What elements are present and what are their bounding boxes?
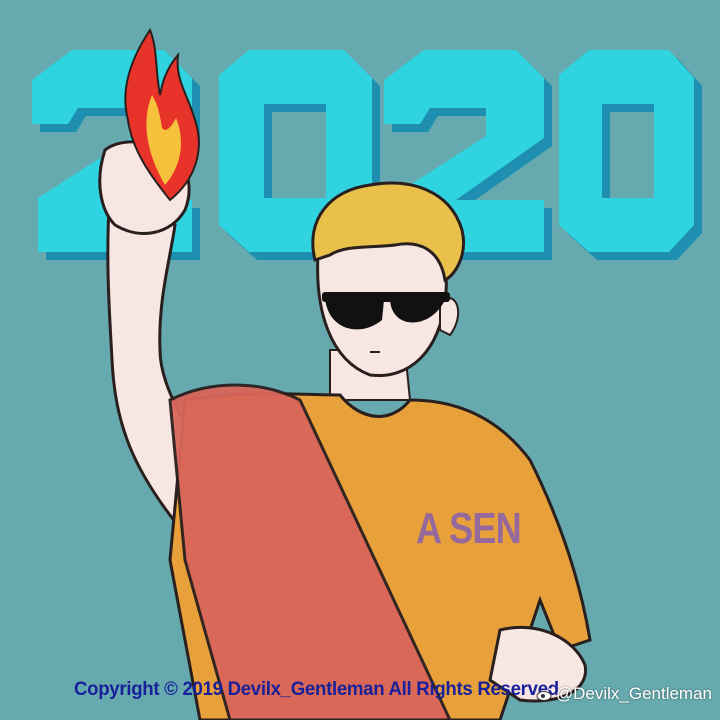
head bbox=[311, 181, 465, 378]
artwork-canvas: A SEN Copyright © 2019 Devilx_Gentleman … bbox=[0, 0, 720, 720]
watermark-text: @Devilx_Gentleman bbox=[555, 684, 712, 703]
weibo-icon bbox=[536, 688, 554, 701]
copyright-notice: Copyright © 2019 Devilx_Gentleman All Ri… bbox=[74, 679, 559, 700]
watermark: @Devilx_Gentleman bbox=[536, 684, 712, 704]
character-illustration bbox=[98, 27, 592, 720]
shirt-print-text: A SEN bbox=[416, 504, 522, 553]
